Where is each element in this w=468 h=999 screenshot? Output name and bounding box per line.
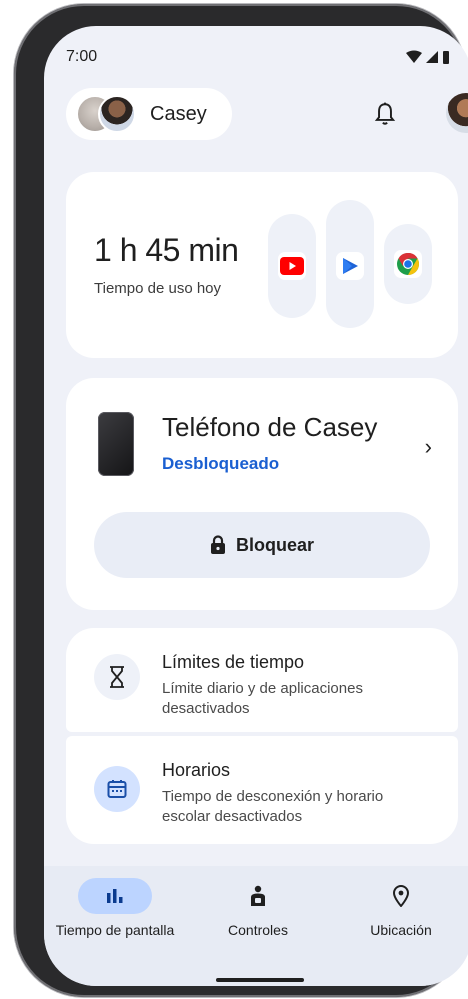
child-name: Casey <box>150 102 207 125</box>
time-limits-item[interactable]: Límites de tiempo Límite diario y de apl… <box>66 628 458 732</box>
nav-label: Ubicación <box>370 922 432 938</box>
usage-time-label: Tiempo de uso hoy <box>94 280 222 297</box>
schedules-item[interactable]: Horarios Tiempo de desconexión y horario… <box>66 736 458 844</box>
status-icons <box>406 50 450 64</box>
nav-label: Controles <box>228 922 288 938</box>
device-status: Desbloqueado <box>162 454 280 473</box>
lock-button[interactable]: Bloquear <box>94 512 430 578</box>
schedules-subtitle: Tiempo de desconexión y horario escolar … <box>162 788 384 825</box>
lock-button-label: Bloquear <box>235 534 314 555</box>
device-card[interactable]: Teléfono de Casey Desbloqueado › Bloquea… <box>66 378 458 610</box>
calendar-icon <box>94 766 140 812</box>
gesture-home-bar[interactable] <box>216 978 304 982</box>
phone-device-icon <box>98 412 134 476</box>
usage-time-value: 1 h 45 min <box>94 232 239 268</box>
chevron-right-icon[interactable]: › <box>425 434 432 460</box>
nav-item-location[interactable]: Ubicación <box>330 878 468 938</box>
bottom-navigation: Tiempo de pantalla Controles Ubicación <box>44 866 468 986</box>
nav-item-screen-time[interactable]: Tiempo de pantalla <box>44 878 186 938</box>
hourglass-icon <box>94 654 140 700</box>
account-avatar[interactable] <box>446 93 468 133</box>
bell-icon[interactable] <box>372 101 398 127</box>
screen: 7:00 Casey 1 h 45 min Tiempo de uso hoy … <box>44 26 468 986</box>
bar-chart-icon <box>78 878 152 914</box>
screen-time-card[interactable]: 1 h 45 min Tiempo de uso hoy <box>66 172 458 358</box>
child-profile-chip[interactable]: Casey <box>66 88 232 140</box>
child-avatars <box>76 94 144 134</box>
battery-icon <box>443 51 449 64</box>
status-time: 7:00 <box>66 48 98 65</box>
status-bar: 7:00 <box>66 48 450 70</box>
wifi-icon <box>406 50 422 63</box>
signal-icon <box>426 51 438 63</box>
schedules-title: Horarios <box>162 760 231 780</box>
play-movies-icon <box>336 252 364 280</box>
app-usage-bar <box>384 224 432 304</box>
device-name: Teléfono de Casey <box>162 412 378 442</box>
nav-label: Tiempo de pantalla <box>55 922 175 938</box>
controls-icon <box>221 878 295 914</box>
avatar <box>98 95 136 133</box>
location-pin-icon <box>364 878 438 914</box>
app-usage-bar <box>268 214 316 318</box>
youtube-icon <box>278 252 306 280</box>
app-usage-bar <box>326 200 374 328</box>
lock-icon <box>210 535 225 554</box>
time-limits-subtitle: Límite diario y de aplicaciones desactiv… <box>162 680 363 717</box>
nav-item-controls[interactable]: Controles <box>187 878 329 938</box>
time-limits-title: Límites de tiempo <box>162 652 305 672</box>
chrome-icon <box>394 250 422 278</box>
top-bar: Casey <box>66 88 468 140</box>
phone-frame: 7:00 Casey 1 h 45 min Tiempo de uso hoy … <box>14 4 468 997</box>
